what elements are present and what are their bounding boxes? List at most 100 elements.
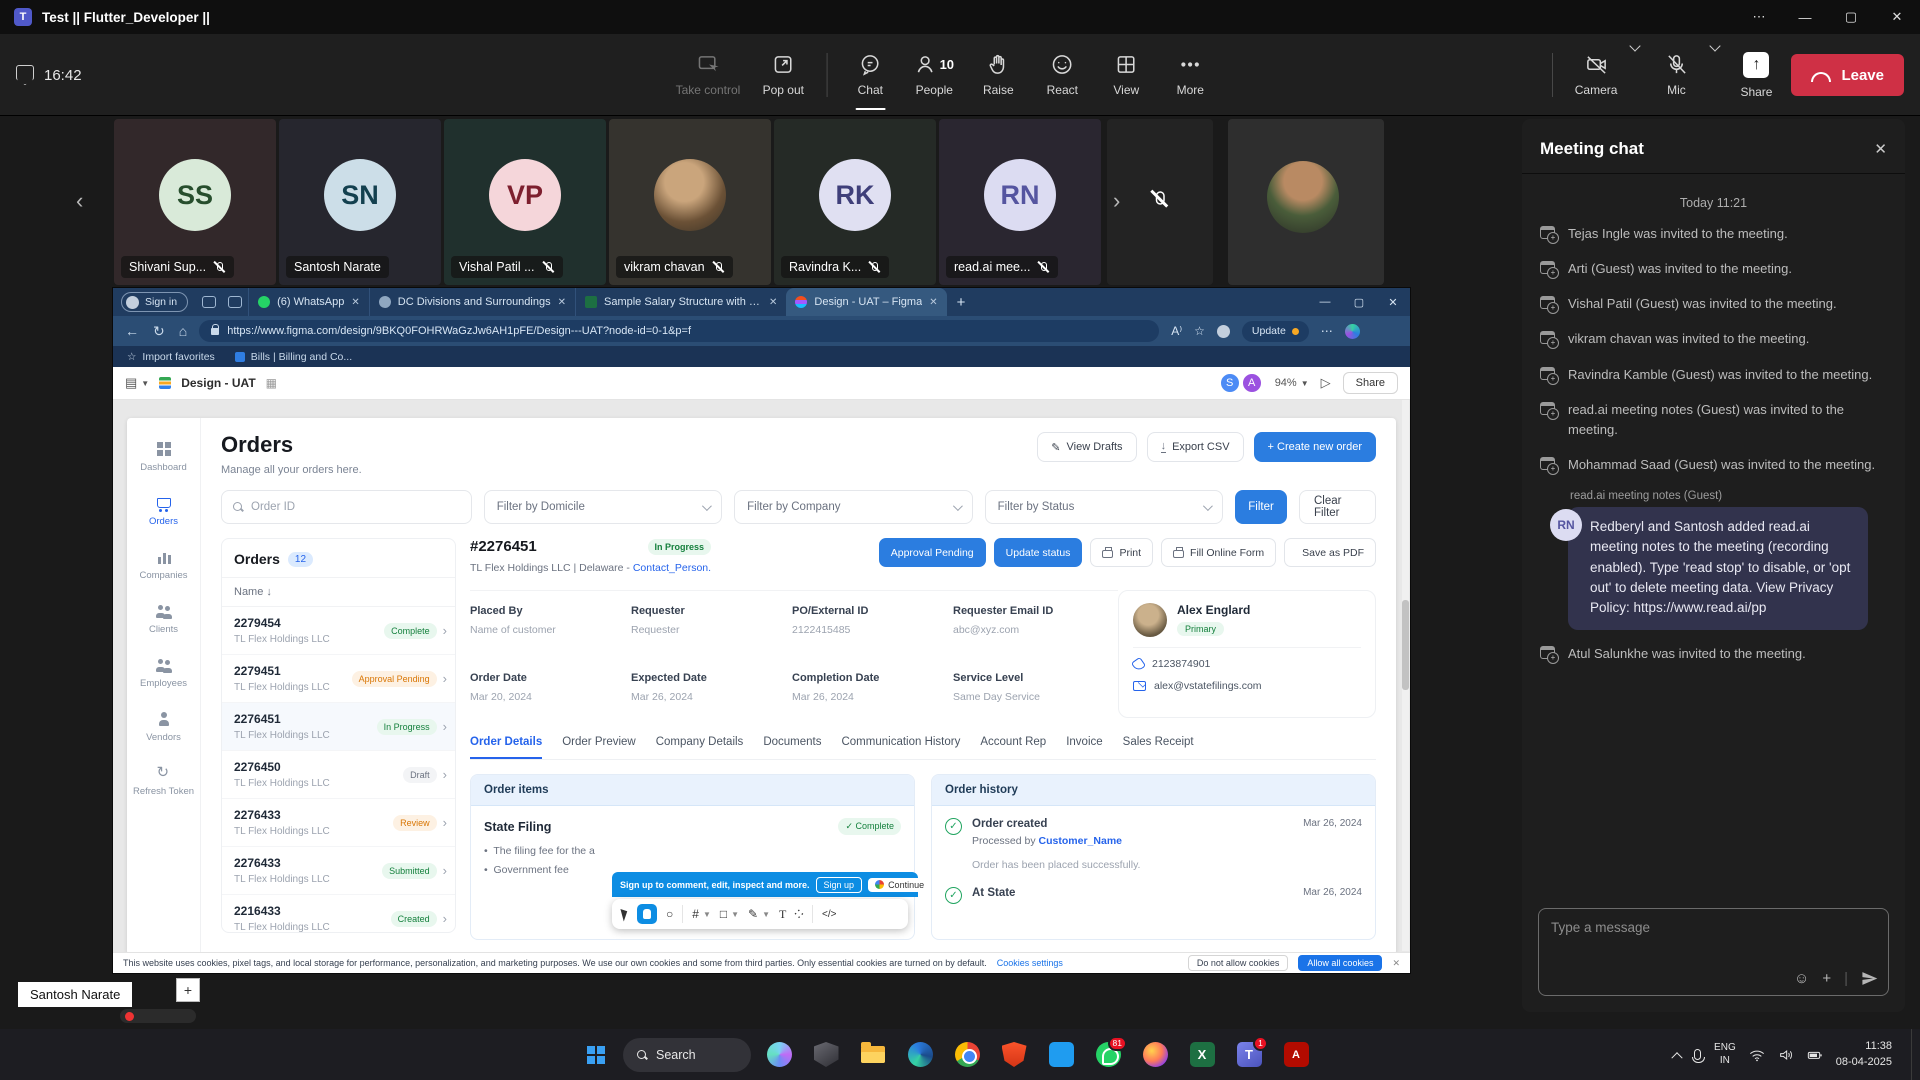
detail-tab[interactable]: Order Preview bbox=[562, 736, 636, 759]
contact-person-link[interactable]: Contact_Person. bbox=[633, 562, 711, 574]
export-csv-button[interactable]: ↓Export CSV bbox=[1147, 432, 1244, 462]
url-text[interactable]: https://www.figma.com/design/9BKQ0FOHRWa… bbox=[227, 325, 691, 337]
chat-message-input[interactable]: Type a message ☺ + | bbox=[1538, 908, 1889, 996]
contact-phone[interactable]: 2123874901 bbox=[1152, 658, 1210, 670]
order-row[interactable]: 2216433 TL Flex Holdings LLC Created › bbox=[222, 895, 455, 933]
window-minimize-icon[interactable]: — bbox=[1782, 0, 1828, 34]
name-column-header[interactable]: Name ↓ bbox=[222, 578, 455, 607]
detail-tab[interactable]: Invoice bbox=[1066, 736, 1102, 759]
window-more-icon[interactable]: ⋯ bbox=[1736, 0, 1782, 34]
tab-close-icon[interactable]: ✕ bbox=[929, 297, 937, 308]
brave-icon[interactable] bbox=[995, 1035, 1033, 1075]
detail-tab[interactable]: Communication History bbox=[841, 736, 960, 759]
recording-widget[interactable] bbox=[120, 1009, 196, 1023]
presenter-add-button[interactable]: + bbox=[176, 978, 200, 1002]
order-row[interactable]: 2276451 TL Flex Holdings LLC In Progress… bbox=[222, 703, 455, 751]
text-tool-icon[interactable]: T bbox=[779, 907, 786, 922]
mic-button[interactable]: Mic bbox=[1647, 34, 1705, 116]
allow-cookies-button[interactable]: Allow all cookies bbox=[1298, 955, 1382, 971]
participant-tile-video[interactable] bbox=[1228, 119, 1384, 285]
dev-mode-icon[interactable]: </> bbox=[822, 909, 836, 920]
tray-mic-icon[interactable] bbox=[1694, 1049, 1701, 1060]
scroll-right-chevron-icon[interactable]: › bbox=[1113, 188, 1120, 214]
frame-tool-icon[interactable]: # bbox=[692, 907, 699, 921]
view-button[interactable]: View bbox=[1097, 34, 1155, 116]
pop-out-button[interactable]: Pop out bbox=[754, 34, 812, 116]
camera-button[interactable]: Camera bbox=[1567, 34, 1626, 116]
new-tab-icon[interactable]: + bbox=[957, 294, 966, 311]
participant-tile-partial[interactable] bbox=[1107, 119, 1213, 285]
camera-options-chevron-icon[interactable] bbox=[1630, 40, 1641, 51]
leave-button[interactable]: Leave bbox=[1791, 54, 1904, 96]
detail-tab[interactable]: Sales Receipt bbox=[1123, 736, 1194, 759]
file-explorer-icon[interactable] bbox=[854, 1035, 892, 1075]
edge-copilot-icon[interactable] bbox=[1345, 324, 1360, 339]
show-desktop-button[interactable] bbox=[1911, 1029, 1914, 1080]
window-maximize-icon[interactable]: ▢ bbox=[1828, 0, 1874, 34]
present-icon[interactable]: ▷ bbox=[1321, 375, 1331, 391]
detail-tab[interactable]: Account Rep bbox=[980, 736, 1046, 759]
order-row[interactable]: 2276450 TL Flex Holdings LLC Draft › bbox=[222, 751, 455, 799]
excel-icon[interactable]: X bbox=[1183, 1035, 1221, 1075]
mic-options-chevron-icon[interactable] bbox=[1710, 40, 1721, 51]
volume-icon[interactable] bbox=[1778, 1048, 1794, 1062]
tab-close-icon[interactable]: ✕ bbox=[558, 297, 566, 308]
taskbar-search[interactable]: Search bbox=[623, 1038, 751, 1072]
order-action-button[interactable]: Update status bbox=[994, 538, 1083, 567]
browser-tab[interactable]: Design - UAT – Figma ✕ bbox=[786, 288, 946, 316]
move-tool-icon[interactable] bbox=[620, 907, 629, 921]
hand-tool-icon[interactable] bbox=[637, 904, 657, 924]
tab-close-icon[interactable]: ✕ bbox=[351, 297, 359, 308]
sidebar-item[interactable]: Vendors bbox=[127, 702, 200, 752]
vertical-tabs-icon[interactable] bbox=[228, 296, 242, 308]
detail-tab[interactable]: Company Details bbox=[656, 736, 744, 759]
filter-button[interactable]: Filter bbox=[1235, 490, 1287, 524]
wifi-icon[interactable] bbox=[1749, 1048, 1765, 1062]
tab-search-icon[interactable] bbox=[202, 296, 216, 308]
teams-taskbar-icon[interactable]: T1 bbox=[1230, 1035, 1268, 1075]
favorites-star-icon[interactable]: ☆ bbox=[1194, 324, 1205, 338]
cookie-close-icon[interactable]: ✕ bbox=[1392, 958, 1400, 969]
participant-tile[interactable]: vikram chavan bbox=[609, 119, 771, 285]
vscode-icon[interactable] bbox=[1042, 1035, 1080, 1075]
scrollbar-thumb[interactable] bbox=[1402, 600, 1409, 690]
more-button[interactable]: More bbox=[1161, 34, 1219, 116]
shape-tool-icon[interactable]: □ bbox=[720, 907, 727, 921]
filter-company-select[interactable]: Filter by Company bbox=[734, 490, 972, 524]
tray-expand-chevron-icon[interactable] bbox=[1671, 1052, 1682, 1063]
browser-tab[interactable]: Sample Salary Structure with calc ✕ bbox=[575, 288, 786, 316]
figma-pages-icon[interactable] bbox=[159, 377, 171, 389]
browser-sphere-icon[interactable] bbox=[1136, 1035, 1174, 1075]
participant-tile[interactable]: RN read.ai mee... bbox=[939, 119, 1101, 285]
browser-maximize-icon[interactable]: ▢ bbox=[1342, 296, 1376, 309]
collaborator-avatar[interactable]: S bbox=[1219, 372, 1241, 394]
browser-close-icon[interactable]: ✕ bbox=[1376, 296, 1410, 309]
browser-scrollbar[interactable] bbox=[1402, 400, 1409, 951]
people-button[interactable]: 10 People bbox=[905, 34, 963, 116]
share-button[interactable]: ↑ Share bbox=[1727, 34, 1785, 116]
sidebar-item[interactable]: Dashboard bbox=[127, 432, 200, 482]
browser-minimize-icon[interactable]: — bbox=[1308, 296, 1342, 309]
sidebar-item[interactable]: Companies bbox=[127, 540, 200, 590]
favorite-import[interactable]: ☆ Import favorites bbox=[127, 351, 215, 363]
chat-message-list[interactable]: Today 11:21 Tejas Ingle was invited to t… bbox=[1522, 174, 1905, 896]
favorite-bills[interactable]: Bills | Billing and Co... bbox=[235, 351, 352, 363]
taskbar-clock[interactable]: 11:38 08-04-2025 bbox=[1836, 1039, 1892, 1071]
acrobat-icon[interactable]: A bbox=[1277, 1035, 1315, 1075]
home-icon[interactable]: ⌂ bbox=[179, 323, 187, 340]
start-button[interactable] bbox=[576, 1035, 614, 1075]
chat-button[interactable]: Chat bbox=[841, 34, 899, 116]
window-close-icon[interactable]: ✕ bbox=[1874, 0, 1920, 34]
whatsapp-icon[interactable]: 81 bbox=[1089, 1035, 1127, 1075]
browser-profile-button[interactable]: Sign in bbox=[121, 292, 188, 312]
attach-plus-icon[interactable]: + bbox=[1822, 970, 1831, 987]
contact-email[interactable]: alex@vstatefilings.com bbox=[1154, 680, 1262, 692]
order-row[interactable]: 2279454 TL Flex Holdings LLC Complete › bbox=[222, 607, 455, 655]
emoji-icon[interactable]: ☺ bbox=[1794, 970, 1809, 987]
zoom-level-control[interactable]: 94% ▼ bbox=[1275, 377, 1309, 389]
browser-tab[interactable]: (6) WhatsApp ✕ bbox=[248, 288, 369, 316]
edge-icon[interactable] bbox=[901, 1035, 939, 1075]
reload-icon[interactable]: ↻ bbox=[153, 323, 165, 340]
lasso-tool-icon[interactable]: ○ bbox=[666, 907, 673, 921]
send-icon[interactable] bbox=[1861, 970, 1878, 987]
